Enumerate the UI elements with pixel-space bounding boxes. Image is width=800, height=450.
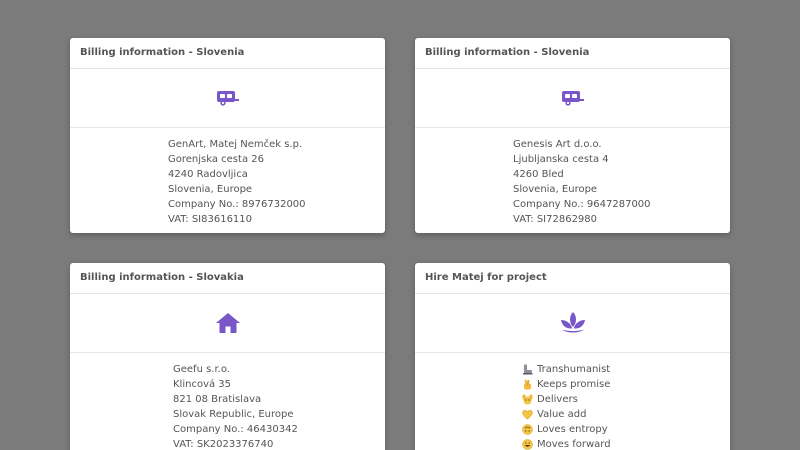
billing-card-genart: Billing information - Slovenia GenArt, M… [70, 38, 385, 233]
raising-hands-icon [522, 394, 533, 405]
card-icon-row [70, 69, 385, 128]
company-number: Company No.: 9647287000 [513, 199, 651, 210]
trait-label: Value add [537, 409, 587, 420]
address-block: GenArt, Matej Nemček s.p. Gorenjska cest… [70, 128, 385, 227]
list-item: Transhumanist [522, 362, 730, 377]
street-address: Gorenjska cesta 26 [168, 154, 264, 165]
upside-down-face-icon [522, 424, 533, 435]
company-number: Company No.: 8976732000 [168, 199, 306, 210]
list-item: Keeps promise [522, 377, 730, 392]
country-region: Slovenia, Europe [513, 184, 598, 195]
card-title: Billing information - Slovenia [70, 38, 385, 69]
country-region: Slovak Republic, Europe [173, 409, 294, 420]
postal-city: 4240 Radovljica [168, 169, 248, 180]
card-title: Billing information - Slovakia [70, 263, 385, 294]
grinning-face-icon [522, 439, 533, 450]
address-block: Genesis Art d.o.o. Ljubljanska cesta 4 4… [415, 128, 730, 227]
postal-city: 4260 Bled [513, 169, 564, 180]
trait-label: Transhumanist [537, 364, 611, 375]
card-icon-row [415, 294, 730, 353]
company-number: Company No.: 46430342 [173, 424, 298, 435]
trait-label: Delivers [537, 394, 578, 405]
page: Billing information - Slovenia GenArt, M… [0, 0, 800, 450]
list-item: Loves entropy [522, 422, 730, 437]
card-icon-row [415, 69, 730, 128]
street-address: Ljubljanska cesta 4 [513, 154, 609, 165]
list-item: Moves forward [522, 437, 730, 450]
list-item: Value add [522, 407, 730, 422]
trait-label: Loves entropy [537, 424, 608, 435]
card-icon-row [70, 294, 385, 353]
postal-city: 821 08 Bratislava [173, 394, 262, 405]
address-block: Geefu s.r.o. Klincová 35 821 08 Bratisla… [70, 353, 385, 450]
vat-number: VAT: SK2023376740 [173, 439, 274, 450]
lotus-icon [559, 311, 587, 335]
company-name: Genesis Art d.o.o. [513, 139, 602, 150]
street-address: Klincová 35 [173, 379, 232, 390]
vat-number: VAT: SI72862980 [513, 214, 598, 225]
billing-card-geefu: Billing information - Slovakia Geefu s.r… [70, 263, 385, 450]
trait-label: Moves forward [537, 439, 611, 450]
country-region: Slovenia, Europe [168, 184, 253, 195]
caravan-icon [216, 89, 240, 107]
vat-number: VAT: SI83616110 [168, 214, 253, 225]
yellow-heart-icon [522, 409, 533, 420]
company-name: GenArt, Matej Nemček s.p. [168, 139, 303, 150]
card-title: Billing information - Slovenia [415, 38, 730, 69]
company-name: Geefu s.r.o. [173, 364, 230, 375]
caravan-icon [561, 89, 585, 107]
traits-list: Transhumanist Keeps promise Delivers Val… [415, 353, 730, 450]
home-icon [215, 312, 241, 334]
hire-card: Hire Matej for project Transhumanist Kee… [415, 263, 730, 450]
list-item: Delivers [522, 392, 730, 407]
crossed-fingers-icon [522, 379, 533, 390]
mechanical-leg-icon [522, 364, 533, 375]
billing-card-genesis-art: Billing information - Slovenia Genesis A… [415, 38, 730, 233]
card-title: Hire Matej for project [415, 263, 730, 294]
trait-label: Keeps promise [537, 379, 611, 390]
